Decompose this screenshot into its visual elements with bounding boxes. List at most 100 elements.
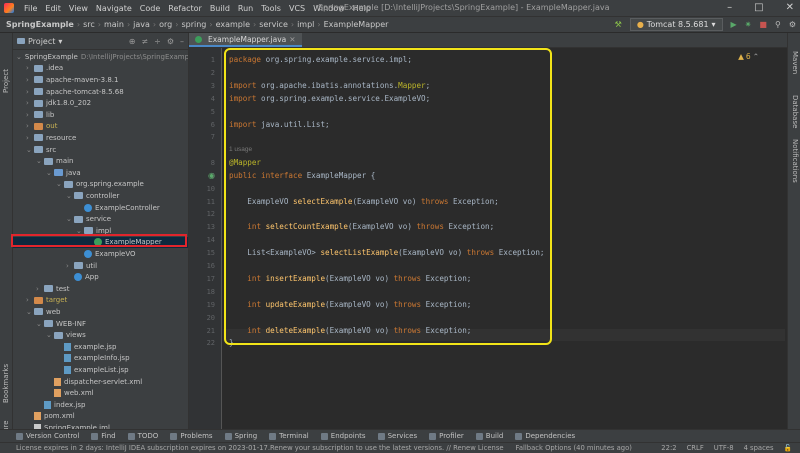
menu-item-tools[interactable]: Tools: [261, 4, 281, 13]
maven-tool-tab[interactable]: Maven: [791, 51, 799, 74]
tree-item[interactable]: web.xml: [13, 387, 188, 399]
tool-tab-problems[interactable]: Problems: [170, 432, 213, 440]
tree-item[interactable]: exampleList.jsp: [13, 364, 188, 376]
tree-item[interactable]: example.jsp: [13, 341, 188, 353]
run-icon[interactable]: ▶: [731, 20, 737, 29]
bookmarks-tool-tab[interactable]: Bookmarks: [2, 364, 10, 403]
caret-position[interactable]: 22:2: [661, 444, 676, 452]
breadcrumb-item[interactable]: ExampleMapper: [324, 20, 389, 29]
tool-tab-terminal[interactable]: Terminal: [269, 432, 309, 440]
run-config-select[interactable]: ● Tomcat 8.5.681 ▾: [629, 18, 723, 31]
breadcrumb-item[interactable]: service: [259, 20, 288, 29]
tree-item[interactable]: › apache-tomcat-8.5.68: [13, 86, 188, 98]
tree-item[interactable]: › lib: [13, 109, 188, 121]
maximize-icon[interactable]: □: [754, 2, 763, 13]
menu-item-refactor[interactable]: Refactor: [168, 4, 202, 13]
gear-icon[interactable]: ⚙: [789, 20, 796, 29]
gear-icon[interactable]: ⚙: [167, 37, 174, 46]
tree-item[interactable]: SpringExample.iml: [13, 422, 188, 429]
project-tool-tab[interactable]: Project: [2, 69, 10, 93]
tree-item[interactable]: › jdk1.8.0_202: [13, 97, 188, 109]
breadcrumb-item[interactable]: SpringExample: [6, 20, 74, 29]
collapse-icon[interactable]: ≠: [141, 37, 148, 46]
minimize-icon[interactable]: –: [727, 2, 732, 13]
hide-icon[interactable]: –: [180, 37, 184, 46]
tool-tab-endpoints[interactable]: Endpoints: [320, 432, 366, 440]
menu-item-navigate[interactable]: Navigate: [96, 4, 132, 13]
lock-icon[interactable]: 🔓: [784, 444, 792, 452]
expand-icon[interactable]: ÷: [154, 37, 161, 46]
tool-tab-services[interactable]: Services: [377, 432, 417, 440]
tree-item[interactable]: dispatcher-servlet.xml: [13, 376, 188, 388]
license-message[interactable]: License expires in 2 days: IntelliJ IDEA…: [16, 444, 504, 452]
menu-item-build[interactable]: Build: [210, 4, 230, 13]
database-tool-tab[interactable]: Database: [791, 95, 799, 128]
tree-item[interactable]: ⌄ org.spring.example: [13, 179, 188, 191]
stop-icon[interactable]: ■: [759, 20, 767, 29]
tree-item[interactable]: ⌄ service: [13, 213, 188, 225]
breadcrumb-item[interactable]: spring: [181, 20, 206, 29]
tree-item[interactable]: › out: [13, 121, 188, 133]
implementation-marker-icon[interactable]: ◉: [208, 171, 215, 180]
indent-setting[interactable]: 4 spaces: [744, 444, 774, 452]
tree-item[interactable]: exampleInfo.jsp: [13, 353, 188, 365]
breadcrumb-item[interactable]: example: [216, 20, 250, 29]
menu-item-edit[interactable]: Edit: [45, 4, 61, 13]
line-separator[interactable]: CRLF: [687, 444, 704, 452]
tree-item[interactable]: ⌄ WEB-INF: [13, 318, 188, 330]
tool-window-icon: [224, 432, 232, 440]
close-icon[interactable]: ✕: [786, 2, 794, 13]
tree-item[interactable]: ⌄ SpringExample D:\IntelliJProjects\Spring…: [13, 51, 188, 63]
close-icon[interactable]: ✕: [289, 35, 295, 44]
left-tool-strip: Project Bookmarks Structure: [0, 33, 13, 453]
tree-item[interactable]: › apache-maven-3.8.1: [13, 74, 188, 86]
menu-item-vcs[interactable]: VCS: [289, 4, 305, 13]
tree-item[interactable]: ⌄ controller: [13, 190, 188, 202]
notifications-tool-tab[interactable]: Notifications: [791, 139, 799, 183]
chevron-down-icon: ⌄: [66, 191, 72, 200]
add-icon[interactable]: ⊕: [129, 37, 136, 46]
tab-examplemapper[interactable]: ExampleMapper.java ✕: [189, 33, 302, 47]
tree-item[interactable]: ⌄ java: [13, 167, 188, 179]
project-panel-title[interactable]: Project: [28, 37, 55, 46]
hammer-icon[interactable]: ⚒: [615, 20, 622, 29]
menu-item-run[interactable]: Run: [238, 4, 253, 13]
tree-item[interactable]: index.jsp: [13, 399, 188, 411]
tree-item[interactable]: pom.xml: [13, 411, 188, 423]
menu-item-view[interactable]: View: [69, 4, 88, 13]
breadcrumb-item[interactable]: src: [83, 20, 95, 29]
tool-tab-build[interactable]: Build: [475, 432, 503, 440]
file-encoding[interactable]: UTF-8: [714, 444, 734, 452]
tree-item[interactable]: › resource: [13, 132, 188, 144]
breadcrumb-item[interactable]: java: [133, 20, 150, 29]
tool-tab-todo[interactable]: TODO: [127, 432, 159, 440]
tool-tab-version-control[interactable]: Version Control: [16, 432, 79, 440]
menu-item-code[interactable]: Code: [140, 4, 160, 13]
breadcrumb-item[interactable]: impl: [297, 20, 314, 29]
breadcrumb-item[interactable]: main: [104, 20, 124, 29]
tree-item[interactable]: ExampleVO: [13, 248, 188, 260]
tree-item[interactable]: ExampleController: [13, 202, 188, 214]
tool-tab-dependencies[interactable]: Dependencies: [515, 432, 575, 440]
tree-item[interactable]: › util: [13, 260, 188, 272]
breadcrumb-item[interactable]: org: [159, 20, 172, 29]
tree-item[interactable]: › test: [13, 283, 188, 295]
tool-tab-profiler[interactable]: Profiler: [429, 432, 464, 440]
search-icon[interactable]: ⚲: [775, 20, 781, 29]
warning-indicator[interactable]: ▲ 6 ⌃: [738, 52, 759, 61]
tool-tab-find[interactable]: Find: [91, 432, 116, 440]
tree-item[interactable]: ⌄ src: [13, 144, 188, 156]
tool-tab-label: TODO: [137, 432, 159, 440]
tree-item[interactable]: App: [13, 271, 188, 283]
debug-icon[interactable]: ✷: [745, 20, 752, 29]
menu-item-file[interactable]: File: [24, 4, 37, 13]
tree-item[interactable]: ⌄ main: [13, 155, 188, 167]
tool-tab-spring[interactable]: Spring: [224, 432, 257, 440]
chevron-down-icon[interactable]: ▾: [58, 37, 62, 46]
tree-item[interactable]: ⌄ views: [13, 329, 188, 341]
tree-item[interactable]: ⌄ web: [13, 306, 188, 318]
tree-item[interactable]: › .idea: [13, 63, 188, 75]
tree-item[interactable]: › target: [13, 295, 188, 307]
fallback-options[interactable]: Fallback Options (40 minutes ago): [516, 444, 632, 452]
tool-window-icon: [269, 432, 277, 440]
